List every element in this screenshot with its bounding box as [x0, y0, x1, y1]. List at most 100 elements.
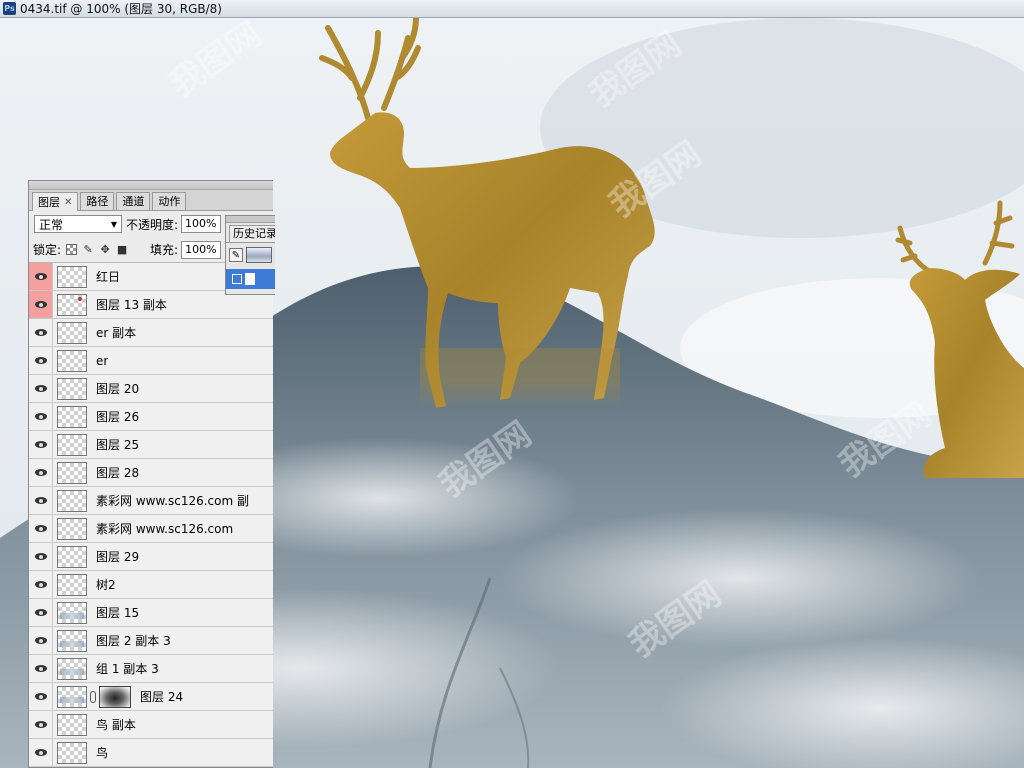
layer-thumbnail — [57, 713, 87, 736]
layer-row[interactable]: 图层 13 副本 — [29, 291, 273, 319]
layer-row[interactable]: er — [29, 347, 273, 375]
eye-icon — [34, 553, 47, 560]
lock-label: 锁定: — [33, 243, 62, 257]
layer-thumbnail — [57, 685, 87, 708]
layer-row[interactable]: 图层 20 — [29, 375, 273, 403]
layer-row[interactable]: 素彩网 www.sc126.com 副 — [29, 487, 273, 515]
layer-mask-thumbnail[interactable] — [99, 685, 131, 708]
history-brush-icon[interactable]: ✎ — [229, 248, 243, 262]
layer-thumbnail — [57, 629, 87, 652]
eye-icon — [34, 637, 47, 644]
eye-icon — [34, 749, 47, 756]
layer-name: er — [96, 353, 109, 368]
visibility-toggle[interactable] — [29, 599, 53, 626]
visibility-toggle[interactable] — [29, 291, 53, 318]
eye-icon — [34, 273, 47, 280]
lock-transparency-icon[interactable] — [66, 244, 78, 255]
lock-brush-icon[interactable]: ✎ — [82, 243, 94, 256]
panel-drag-handle[interactable] — [226, 216, 275, 223]
layer-name: 图层 2 副本 3 — [96, 634, 171, 648]
history-state-row[interactable] — [226, 269, 275, 289]
layer-thumbnail — [57, 489, 87, 512]
eye-icon — [34, 693, 47, 700]
visibility-toggle[interactable] — [29, 319, 53, 346]
layer-row[interactable]: 素彩网 www.sc126.com — [29, 515, 273, 543]
close-icon[interactable]: ✕ — [64, 194, 72, 211]
eye-icon — [34, 301, 47, 308]
chain-link-icon[interactable] — [90, 690, 96, 703]
visibility-toggle[interactable] — [29, 711, 53, 738]
eye-icon — [34, 609, 47, 616]
tab-history[interactable]: 历史记录 — [229, 225, 275, 242]
layer-name: 组 1 副本 3 — [96, 662, 159, 676]
panel-drag-handle[interactable] — [29, 181, 273, 190]
layer-thumbnail — [57, 461, 87, 484]
layer-name: 图层 15 — [96, 606, 140, 620]
layer-row[interactable]: 树2 — [29, 571, 273, 599]
layer-thumbnail — [57, 349, 87, 372]
visibility-toggle[interactable] — [29, 683, 53, 710]
visibility-toggle[interactable] — [29, 571, 53, 598]
layer-thumbnail — [57, 601, 87, 624]
layer-row[interactable]: er 副本 — [29, 319, 273, 347]
layer-name: 图层 26 — [96, 410, 140, 424]
lock-all-icon[interactable]: ■ — [116, 243, 128, 256]
tab-label: 图层 — [38, 195, 60, 209]
visibility-toggle[interactable] — [29, 739, 53, 766]
layer-row[interactable]: 图层 25 — [29, 431, 273, 459]
layer-row[interactable]: 图层 29 — [29, 543, 273, 571]
panel-tabs: 图层 ✕ 路径 通道 动作 — [29, 190, 273, 211]
eye-icon — [34, 525, 47, 532]
layer-row[interactable]: 图层 2 副本 3 — [29, 627, 273, 655]
visibility-toggle[interactable] — [29, 431, 53, 458]
layer-name: 红日 — [96, 270, 121, 284]
history-panel[interactable]: 历史记录 ✎ — [225, 215, 275, 295]
opacity-input[interactable]: 100% — [181, 215, 222, 233]
visibility-toggle[interactable] — [29, 655, 53, 682]
eye-icon — [34, 665, 47, 672]
visibility-toggle[interactable] — [29, 403, 53, 430]
checkbox-icon[interactable] — [232, 274, 242, 284]
layer-thumbnail — [57, 657, 87, 680]
tab-paths[interactable]: 路径 — [80, 192, 115, 210]
blend-mode-select[interactable]: 正常 ▼ — [34, 215, 122, 233]
window-title: 0434.tif @ 100% (图层 30, RGB/8) — [20, 2, 222, 16]
layer-name: 图层 28 — [96, 466, 140, 480]
layer-row[interactable]: 图层 15 — [29, 599, 273, 627]
fill-input[interactable]: 100% — [181, 240, 222, 259]
photoshop-icon: Ps — [3, 2, 16, 15]
tab-channels[interactable]: 通道 — [116, 192, 151, 210]
layer-thumbnail — [57, 265, 87, 288]
layer-thumbnail — [57, 321, 87, 344]
layer-name: 图层 25 — [96, 438, 140, 452]
visibility-toggle[interactable] — [29, 263, 53, 290]
chevron-down-icon: ▼ — [110, 219, 117, 229]
visibility-toggle[interactable] — [29, 543, 53, 570]
layer-name: 素彩网 www.sc126.com — [96, 522, 234, 536]
layer-row[interactable]: 鸟 — [29, 739, 273, 767]
layer-row[interactable]: 图层 28 — [29, 459, 273, 487]
visibility-toggle[interactable] — [29, 487, 53, 514]
visibility-toggle[interactable] — [29, 515, 53, 542]
layer-row[interactable]: 鸟 副本 — [29, 711, 273, 739]
layer-name: er 副本 — [96, 326, 137, 340]
tab-layers[interactable]: 图层 ✕ — [32, 192, 79, 211]
eye-icon — [34, 413, 47, 420]
eye-icon — [34, 329, 47, 336]
layer-row[interactable]: 组 1 副本 3 — [29, 655, 273, 683]
layer-row[interactable]: 图层 26 — [29, 403, 273, 431]
eye-icon — [34, 469, 47, 476]
visibility-toggle[interactable] — [29, 347, 53, 374]
layer-thumbnail — [57, 377, 87, 400]
layer-thumbnail — [57, 545, 87, 568]
layer-name: 图层 13 副本 — [96, 298, 167, 312]
layer-list: 红日 图层 13 副本 er 副本 er 图层 20 图层 26 图层 25 图… — [29, 263, 273, 767]
visibility-toggle[interactable] — [29, 627, 53, 654]
visibility-toggle[interactable] — [29, 459, 53, 486]
lock-move-icon[interactable]: ✥ — [99, 243, 111, 256]
mist — [500, 508, 980, 648]
tab-actions[interactable]: 动作 — [152, 192, 187, 210]
layer-row[interactable]: 图层 24 — [29, 683, 273, 711]
visibility-toggle[interactable] — [29, 375, 53, 402]
history-snapshot-row[interactable]: ✎ — [226, 242, 275, 267]
